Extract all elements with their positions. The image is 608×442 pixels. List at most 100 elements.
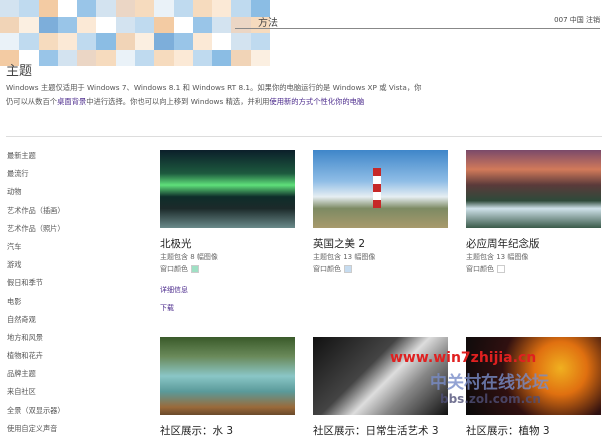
theme-image-count: 主题包含 13 幅图像 bbox=[313, 253, 376, 261]
mosaic-cell bbox=[154, 0, 174, 17]
mosaic-cell bbox=[115, 16, 135, 33]
sidebar-item[interactable]: 品牌主题 bbox=[7, 369, 65, 387]
sidebar-item[interactable]: 使用自定义声音 bbox=[7, 424, 65, 442]
window-color-swatch bbox=[497, 265, 505, 273]
sidebar-item[interactable]: 艺术作品（插画） bbox=[7, 206, 65, 224]
mosaic-cell bbox=[231, 16, 251, 33]
mosaic-cell bbox=[250, 49, 270, 66]
sidebar-item[interactable]: 汽车 bbox=[7, 242, 65, 260]
sidebar-item[interactable]: 地方和风景 bbox=[7, 333, 65, 351]
sidebar-item[interactable]: 全景（双显示器） bbox=[7, 406, 65, 424]
mosaic-cell bbox=[173, 33, 193, 50]
theme-card[interactable]: 社区展示：日常生活艺术 3 bbox=[313, 337, 448, 438]
window-color-swatch bbox=[344, 265, 352, 273]
mosaic-cell bbox=[57, 0, 78, 17]
mosaic-cell bbox=[38, 33, 58, 50]
theme-thumbnail-flowers[interactable] bbox=[466, 337, 601, 415]
window-color-label: 窗口颜色 bbox=[313, 265, 341, 273]
desktop-backgrounds-link[interactable]: 桌面背景 bbox=[57, 97, 86, 106]
theme-card[interactable]: 社区展示：水 3 bbox=[160, 337, 295, 438]
mosaic-cell bbox=[0, 16, 20, 33]
sidebar-item[interactable]: 电影 bbox=[7, 297, 65, 315]
sidebar-item[interactable]: 自然奇观 bbox=[7, 315, 65, 333]
mosaic-cell bbox=[231, 0, 251, 17]
mosaic-cell bbox=[250, 33, 270, 50]
mosaic-cell bbox=[231, 49, 251, 66]
mosaic-cell bbox=[77, 0, 97, 17]
details-link[interactable]: 详细信息 bbox=[160, 285, 188, 295]
mosaic-cell bbox=[57, 49, 78, 66]
theme-card[interactable]: 社区展示：植物 3 bbox=[466, 337, 601, 438]
sidebar-item[interactable]: 最流行 bbox=[7, 169, 65, 187]
mosaic-cell bbox=[19, 0, 39, 17]
page-heading: 主题 bbox=[6, 64, 33, 79]
signout-link[interactable]: 注销 bbox=[586, 16, 600, 24]
theme-thumbnail-water[interactable] bbox=[160, 337, 295, 415]
mosaic-cell bbox=[212, 33, 232, 50]
theme-image-count: 主题包含 13 幅图像 bbox=[466, 253, 529, 261]
mosaic-cell bbox=[0, 33, 20, 50]
theme-card[interactable]: 英国之美 2 主题包含 13 幅图像 窗口颜色 bbox=[313, 150, 448, 275]
theme-card[interactable]: 必应周年纪念版 主题包含 13 幅图像 窗口颜色 bbox=[466, 150, 601, 275]
theme-title[interactable]: 必应周年纪念版 bbox=[466, 236, 601, 251]
mosaic-cell bbox=[96, 49, 116, 66]
intro-line-2: 仍可以从数百个 bbox=[6, 97, 58, 106]
theme-title[interactable]: 社区展示：水 3 bbox=[160, 423, 295, 438]
mosaic-cell bbox=[19, 16, 39, 33]
category-sidebar: 最新主题 最流行 动物 艺术作品（插画） 艺术作品（照片） 汽车 游戏 假日和季节 电影 自然奇观… bbox=[7, 151, 65, 442]
theme-thumbnail-waterfall[interactable] bbox=[466, 150, 601, 228]
mosaic-cell bbox=[212, 0, 232, 17]
mosaic-cell bbox=[135, 16, 155, 33]
mosaic-cell bbox=[231, 33, 251, 50]
mosaic-cell bbox=[135, 33, 155, 50]
theme-title[interactable]: 社区展示：植物 3 bbox=[466, 423, 601, 438]
mosaic-cell bbox=[38, 49, 58, 66]
theme-thumbnail-piano[interactable] bbox=[313, 337, 448, 415]
mosaic-cell bbox=[77, 16, 97, 33]
mosaic-cell bbox=[192, 0, 213, 17]
mosaic-cell bbox=[57, 16, 78, 33]
theme-title[interactable]: 北极光 bbox=[160, 236, 295, 251]
mosaic-cell bbox=[135, 49, 155, 66]
theme-thumbnail-lighthouse[interactable] bbox=[313, 150, 448, 228]
mosaic-cell bbox=[77, 49, 97, 66]
theme-title[interactable]: 社区展示：日常生活艺术 3 bbox=[313, 423, 448, 438]
mosaic-cell bbox=[212, 49, 232, 66]
personalize-link[interactable]: 使用新的方式个性化你的电脑 bbox=[269, 97, 364, 106]
sidebar-item[interactable]: 艺术作品（照片） bbox=[7, 224, 65, 242]
sidebar-item[interactable]: 植物和花卉 bbox=[7, 351, 65, 369]
mosaic-cell bbox=[173, 49, 193, 66]
sidebar-item[interactable]: 假日和季节 bbox=[7, 278, 65, 296]
header-divider bbox=[235, 28, 600, 29]
sidebar-item[interactable]: 游戏 bbox=[7, 260, 65, 278]
sidebar-item[interactable]: 最新主题 bbox=[7, 151, 65, 169]
account-bar: 007 中国 注销 bbox=[554, 15, 600, 25]
sidebar-item[interactable]: 动物 bbox=[7, 187, 65, 205]
mosaic-cell bbox=[115, 0, 135, 17]
mosaic-cell bbox=[212, 16, 232, 33]
mosaic-cell bbox=[115, 33, 135, 50]
download-link[interactable]: 下载 bbox=[160, 303, 174, 313]
window-color-label: 窗口颜色 bbox=[466, 265, 494, 273]
intro-text: Windows 主题仅适用于 Windows 7、Windows 8.1 和 W… bbox=[6, 81, 456, 109]
mosaic-cell bbox=[96, 16, 116, 33]
mosaic-cell bbox=[77, 33, 97, 50]
mosaic-cell bbox=[96, 0, 116, 17]
mosaic-cell bbox=[96, 33, 116, 50]
theme-card[interactable]: 北极光 主题包含 8 幅图像 窗口颜色 bbox=[160, 150, 295, 275]
account-region[interactable]: 007 中国 bbox=[554, 16, 584, 24]
mosaic-cell bbox=[192, 49, 213, 66]
mosaic-cell bbox=[154, 49, 174, 66]
window-color-label: 窗口颜色 bbox=[160, 265, 188, 273]
mosaic-cell bbox=[135, 0, 155, 17]
window-color-swatch bbox=[191, 265, 199, 273]
mosaic-cell bbox=[115, 49, 135, 66]
mosaic-cell bbox=[57, 33, 78, 50]
section-divider bbox=[6, 136, 602, 137]
mosaic-cell bbox=[19, 33, 39, 50]
theme-thumbnail-aurora[interactable] bbox=[160, 150, 295, 228]
sidebar-item[interactable]: 来自社区 bbox=[7, 387, 65, 405]
mosaic-cell bbox=[38, 0, 58, 17]
mosaic-cell bbox=[38, 16, 58, 33]
theme-title[interactable]: 英国之美 2 bbox=[313, 236, 448, 251]
